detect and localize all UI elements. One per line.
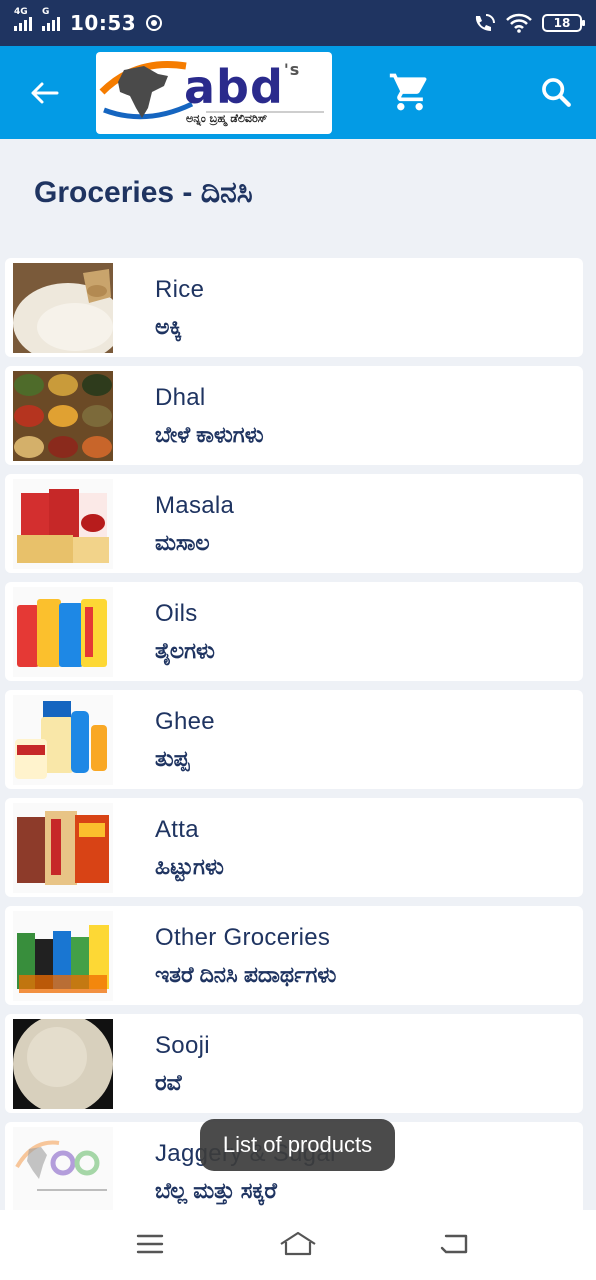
item-name-kn: ಅಕ್ಕಿ bbox=[155, 314, 182, 339]
oils-image bbox=[13, 587, 113, 677]
search-button[interactable] bbox=[534, 70, 578, 114]
item-name-en: Other Groceries bbox=[155, 924, 331, 951]
wifi-calling-icon bbox=[475, 14, 495, 31]
list-item-oils[interactable]: Oils ತೈಲಗಳು bbox=[5, 582, 583, 681]
item-name-en: Dhal bbox=[155, 384, 206, 411]
item-name-kn: ಇತರೆ ದಿನಸಿ ಪದಾರ್ಥಗಳು bbox=[155, 962, 337, 987]
sooji-image bbox=[13, 1019, 113, 1109]
item-name-kn: ಬೆಲ್ಲ ಮತ್ತು ಸಕ್ಕರೆ bbox=[155, 1178, 277, 1203]
battery-level: 18 bbox=[553, 16, 571, 30]
item-name-en: Ghee bbox=[155, 708, 215, 735]
ghee-image bbox=[13, 695, 113, 785]
app-logo[interactable]: abd's ಅನ್ನಂ ಬ್ರಹ್ಮ ಡೆಲಿವರಿಸ್ bbox=[96, 52, 332, 134]
masala-image bbox=[13, 479, 113, 569]
item-name-en: Atta bbox=[155, 816, 199, 843]
abds-logo-image bbox=[13, 1127, 113, 1217]
menu-icon bbox=[136, 1234, 164, 1254]
list-item-ghee[interactable]: Ghee ತುಪ್ಪ bbox=[5, 690, 583, 789]
atta-image bbox=[13, 803, 113, 893]
list-item-atta[interactable]: Atta ಹಿಟ್ಟುಗಳು bbox=[5, 798, 583, 897]
wifi-icon bbox=[506, 13, 532, 33]
home-icon bbox=[280, 1231, 316, 1256]
rice-image bbox=[13, 263, 113, 353]
back-icon bbox=[440, 1234, 468, 1254]
system-nav-bar bbox=[0, 1210, 596, 1280]
item-name-kn: ರವೆ bbox=[155, 1070, 182, 1095]
item-name-en: Masala bbox=[155, 492, 235, 519]
item-name-kn: ತುಪ್ಪ bbox=[155, 746, 190, 771]
dhal-image bbox=[13, 371, 113, 461]
toast-message: List of products bbox=[200, 1119, 395, 1171]
list-item-dhal[interactable]: Dhal ಬೇಳೆ ಕಾಳುಗಳು bbox=[5, 366, 583, 465]
battery-icon: 18 bbox=[542, 14, 585, 32]
chrome-icon bbox=[146, 15, 163, 31]
item-name-kn: ತೈಲಗಳು bbox=[155, 638, 215, 663]
other-groceries-image bbox=[13, 911, 113, 1001]
back-nav-button[interactable] bbox=[434, 1226, 474, 1262]
logo-text: abd's bbox=[184, 60, 301, 114]
page-title: Groceries - ದಿನಸಿ bbox=[34, 176, 253, 209]
home-button[interactable] bbox=[278, 1226, 318, 1262]
list-item-rice[interactable]: Rice ಅಕ್ಕಿ bbox=[5, 258, 583, 357]
list-item-masala[interactable]: Masala ಮಸಾಲ bbox=[5, 474, 583, 573]
signal-icon: G bbox=[42, 7, 60, 31]
app-bar: abd's ಅನ್ನಂ ಬ್ರಹ್ಮ ಡೆಲಿವರಿಸ್ bbox=[0, 46, 596, 139]
search-icon bbox=[542, 78, 571, 107]
status-bar: 4G G 10:53 18 bbox=[0, 0, 596, 46]
item-name-en: Oils bbox=[155, 600, 198, 627]
item-name-kn: ಬೇಳೆ ಕಾಳುಗಳು bbox=[155, 422, 264, 447]
item-name-en: Rice bbox=[155, 276, 205, 303]
clock: 10:53 bbox=[70, 11, 137, 35]
back-button[interactable] bbox=[22, 74, 66, 112]
logo-tagline: ಅನ್ನಂ ಬ್ರಹ್ಮ ಡೆಲಿವರಿಸ್ bbox=[186, 112, 268, 125]
back-arrow-icon bbox=[31, 82, 59, 104]
cart-button[interactable] bbox=[386, 68, 434, 116]
item-name-kn: ಮಸಾಲ bbox=[155, 530, 210, 555]
cart-icon bbox=[389, 73, 427, 111]
recent-apps-button[interactable] bbox=[130, 1226, 170, 1262]
item-name-kn: ಹಿಟ್ಟುಗಳು bbox=[155, 854, 224, 879]
list-item-other-groceries[interactable]: Other Groceries ಇತರೆ ದಿನಸಿ ಪದಾರ್ಥಗಳು bbox=[5, 906, 583, 1005]
category-list: Rice ಅಕ್ಕಿ Dhal ಬೇಳೆ ಕಾಳುಗಳು Masala ಮಸಾಲ… bbox=[5, 258, 583, 1230]
item-name-en: Sooji bbox=[155, 1032, 210, 1059]
list-item-sooji[interactable]: Sooji ರವೆ bbox=[5, 1014, 583, 1113]
signal-icon: 4G bbox=[14, 7, 32, 31]
